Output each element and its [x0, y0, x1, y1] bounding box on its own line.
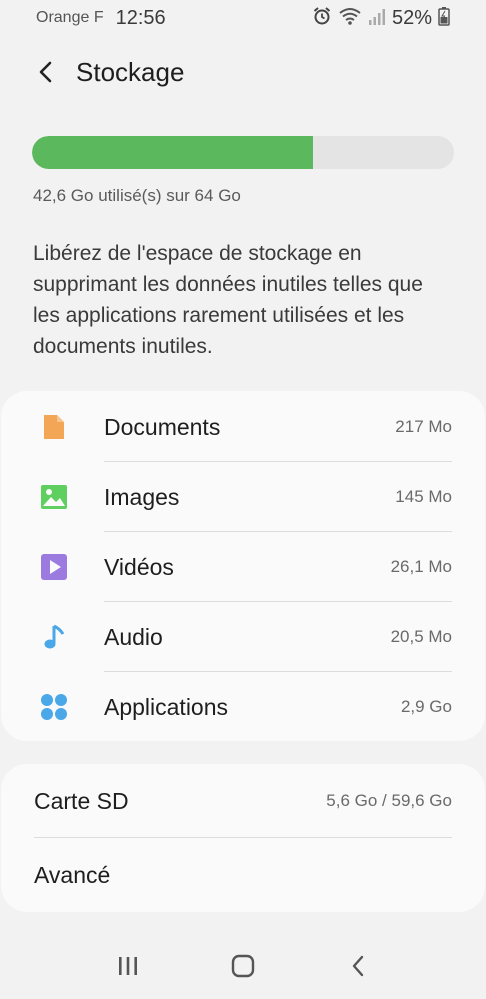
system-navigation-bar	[0, 933, 486, 999]
storage-usage-fill	[32, 136, 314, 169]
home-button[interactable]	[223, 946, 263, 986]
category-label: Documents	[104, 413, 221, 440]
sd-card-usage: 5,6 Go / 59,6 Go	[326, 791, 452, 810]
category-row-applications[interactable]: Applications 2,9 Go	[1, 672, 485, 742]
status-bar: Orange F 12:56 52%	[0, 0, 486, 36]
category-size: 26,1 Mo	[390, 557, 452, 576]
storage-categories-card: Documents 217 Mo Images 145 Mo Vidéos 26…	[1, 391, 485, 741]
advanced-row[interactable]: Avancé	[1, 838, 485, 912]
category-label: Images	[104, 483, 180, 510]
category-size: 217 Mo	[395, 417, 452, 436]
status-icons: 52%	[312, 6, 450, 31]
app-header: Stockage	[0, 50, 486, 94]
category-row-videos[interactable]: Vidéos 26,1 Mo	[1, 532, 485, 602]
category-row-images[interactable]: Images 145 Mo	[1, 462, 485, 532]
back-icon	[353, 955, 364, 977]
music-note-icon	[39, 622, 69, 652]
sd-card-row[interactable]: Carte SD 5,6 Go / 59,6 Go	[1, 764, 485, 838]
page-title: Stockage	[76, 56, 185, 87]
category-row-audio[interactable]: Audio 20,5 Mo	[1, 602, 485, 672]
storage-tip-text: Libérez de l'espace de stockage en suppr…	[33, 242, 423, 358]
system-back-button[interactable]	[338, 946, 378, 986]
document-icon	[39, 412, 69, 442]
category-label: Audio	[104, 623, 163, 650]
battery-icon	[438, 6, 450, 31]
back-button[interactable]	[28, 54, 64, 90]
wifi-icon	[338, 6, 362, 31]
alarm-icon	[312, 6, 332, 31]
image-icon	[39, 482, 69, 512]
clock: 12:56	[115, 6, 166, 29]
category-label: Applications	[104, 693, 229, 720]
apps-icon	[39, 692, 69, 722]
storage-extras-card: Carte SD 5,6 Go / 59,6 Go Avancé	[1, 764, 485, 912]
category-size: 20,5 Mo	[390, 627, 452, 646]
sd-card-label: Carte SD	[34, 787, 129, 814]
battery-percentage: 52%	[391, 6, 432, 29]
signal-icon	[368, 6, 386, 31]
home-icon	[231, 954, 255, 978]
category-row-documents[interactable]: Documents 217 Mo	[1, 392, 485, 462]
carrier-name: Orange F	[36, 9, 104, 26]
video-icon	[39, 552, 69, 582]
category-size: 2,9 Go	[400, 697, 452, 716]
recent-apps-icon	[118, 957, 137, 975]
storage-usage-bar	[32, 136, 454, 169]
back-arrow-icon	[39, 61, 52, 83]
advanced-label: Avancé	[34, 861, 111, 888]
storage-usage-summary: 42,6 Go utilisé(s) sur 64 Go	[33, 186, 241, 205]
category-size: 145 Mo	[395, 487, 452, 506]
recent-apps-button[interactable]	[108, 946, 148, 986]
category-label: Vidéos	[104, 553, 174, 580]
